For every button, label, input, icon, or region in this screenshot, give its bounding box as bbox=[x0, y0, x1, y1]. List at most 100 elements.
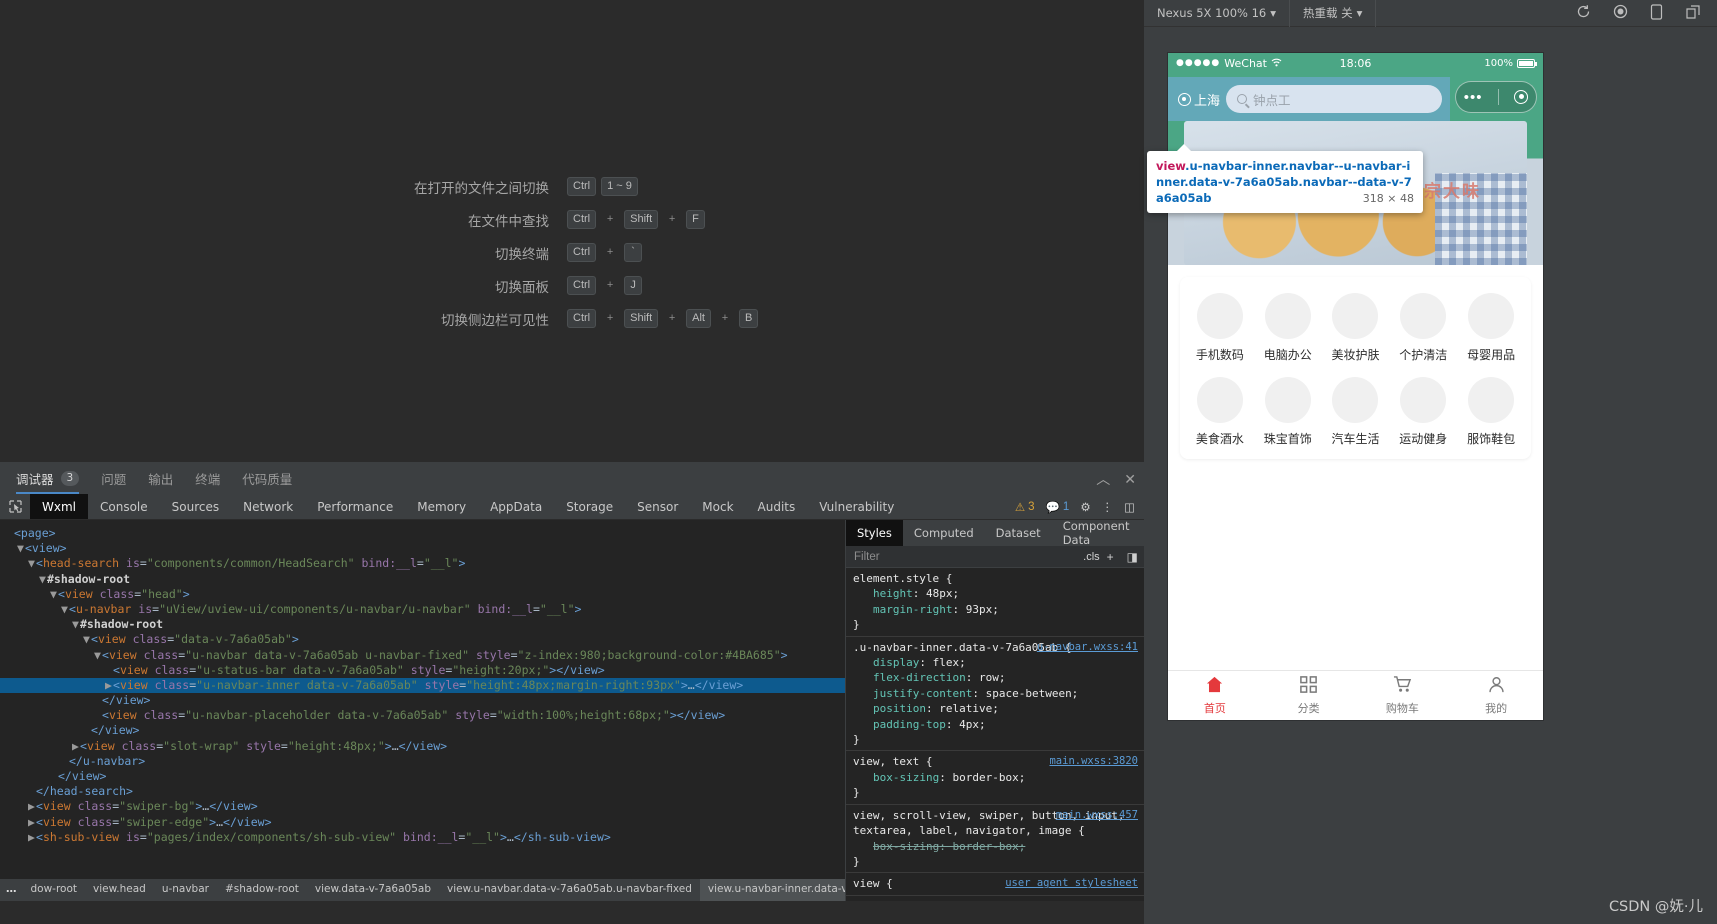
breadcrumb-item[interactable]: view.data-v-7a6a05ab bbox=[307, 879, 439, 901]
breadcrumb-item[interactable]: dow-root bbox=[23, 879, 86, 901]
disclosure-triangle-icon[interactable]: ▶ bbox=[28, 799, 36, 814]
dom-node-line[interactable]: ▶<view class="swiper-bg">…</view> bbox=[0, 799, 845, 814]
breadcrumb-overflow-icon[interactable]: … bbox=[0, 882, 23, 897]
device-selector[interactable]: Nexus 5X 100% 16 ▾ bbox=[1144, 0, 1291, 27]
style-rule[interactable]: view, scroll-view, swiper, button, input… bbox=[846, 805, 1144, 874]
breadcrumb-item[interactable]: view.u-navbar.data-v-7a6a05ab.u-navbar-f… bbox=[439, 879, 700, 901]
breadcrumb-item[interactable]: view.u-navbar-inner.data-v-7a6a05ab bbox=[699, 879, 845, 901]
panel-tab[interactable]: 输出 bbox=[148, 463, 173, 494]
dom-tree-pane[interactable]: <page> ▼<view> ▼<head-search is="component… bbox=[0, 520, 845, 901]
tabbar-item[interactable]: 首页 bbox=[1168, 671, 1262, 720]
style-property-value[interactable]: 4px; bbox=[959, 718, 986, 731]
breadcrumb-item[interactable]: view.head bbox=[85, 879, 154, 901]
style-rule-source-link[interactable]: u-navbar.wxss:41 bbox=[1037, 640, 1138, 655]
style-property-name[interactable]: margin-right bbox=[853, 602, 952, 617]
dock-panel-icon[interactable]: ◫ bbox=[1124, 500, 1135, 514]
dom-node-line[interactable]: ▼#shadow-root bbox=[0, 617, 845, 632]
styles-tab[interactable]: Component Data bbox=[1052, 520, 1141, 547]
devtools-tab[interactable]: Wxml bbox=[30, 494, 88, 519]
panel-tab[interactable]: 终端 bbox=[195, 463, 220, 494]
dom-node-line[interactable]: </head-search> bbox=[0, 784, 845, 799]
style-rule-source-link[interactable]: main.wxss:3820 bbox=[1049, 754, 1138, 769]
dom-node-line[interactable]: ▼<view> bbox=[0, 541, 845, 556]
dom-node-line[interactable]: ▼<view class="head"> bbox=[0, 587, 845, 602]
dom-node-line[interactable]: </view> bbox=[0, 769, 845, 784]
style-property-name[interactable]: padding-top bbox=[853, 717, 946, 732]
breadcrumb-item[interactable]: u-navbar bbox=[154, 879, 217, 901]
tabbar-item[interactable]: 购物车 bbox=[1356, 671, 1450, 720]
dom-node-line[interactable]: </view> bbox=[0, 723, 845, 738]
dom-node-line[interactable]: <view class="u-navbar-placeholder data-v… bbox=[0, 708, 845, 723]
disclosure-triangle-icon[interactable]: ▼ bbox=[28, 556, 36, 571]
navbar-inner-highlighted[interactable]: 上海 钟点工 bbox=[1168, 77, 1450, 121]
devtools-tab[interactable]: Sensor bbox=[625, 494, 690, 519]
disclosure-triangle-icon[interactable]: ▶ bbox=[72, 739, 80, 754]
navbar-capsule[interactable]: ••• bbox=[1455, 81, 1537, 113]
style-rule[interactable]: .u-navbar-inner.data-v-7a6a05ab {u-navba… bbox=[846, 637, 1144, 752]
target-icon[interactable] bbox=[1514, 90, 1529, 104]
style-property-value[interactable]: 48px; bbox=[926, 587, 959, 600]
style-property-value[interactable]: border-box; bbox=[952, 840, 1025, 853]
panel-tab[interactable]: 问题 bbox=[101, 463, 126, 494]
detach-icon[interactable] bbox=[1685, 4, 1701, 23]
toggle-class-button[interactable]: .cls bbox=[1083, 551, 1100, 563]
category-item[interactable]: 珠宝首饰 bbox=[1254, 377, 1322, 447]
location-button[interactable]: 上海 bbox=[1168, 90, 1226, 109]
styles-tab[interactable]: Styles bbox=[846, 520, 903, 546]
style-rule[interactable]: view, text {main.wxss:3820 box-sizing: bo… bbox=[846, 751, 1144, 805]
style-property-name[interactable]: position bbox=[853, 701, 926, 716]
close-icon[interactable]: ✕ bbox=[1124, 472, 1136, 486]
style-property-name[interactable]: height bbox=[853, 586, 913, 601]
disclosure-triangle-icon[interactable]: ▼ bbox=[50, 587, 58, 602]
gear-icon[interactable]: ⚙ bbox=[1080, 500, 1090, 514]
chevron-up-icon[interactable]: ︿ bbox=[1096, 472, 1110, 486]
category-item[interactable]: 运动健身 bbox=[1389, 377, 1457, 447]
style-property-name[interactable]: display bbox=[853, 655, 919, 670]
style-property-value[interactable]: space-between; bbox=[986, 687, 1079, 700]
devtools-tab[interactable]: Mock bbox=[690, 494, 745, 519]
category-item[interactable]: 汽车生活 bbox=[1322, 377, 1390, 447]
dom-node-line[interactable]: ▼<view class="data-v-7a6a05ab"> bbox=[0, 632, 845, 647]
dom-node-line[interactable]: ▶<view class="u-navbar-inner data-v-7a6a… bbox=[0, 677, 845, 694]
dom-node-line[interactable]: </u-navbar> bbox=[0, 754, 845, 769]
more-icon[interactable]: ••• bbox=[1464, 90, 1483, 105]
disclosure-triangle-icon[interactable]: ▶ bbox=[105, 678, 113, 693]
disclosure-triangle-icon[interactable]: ▼ bbox=[17, 541, 25, 556]
disclosure-triangle-icon[interactable]: ▼ bbox=[83, 632, 91, 647]
info-count-chip[interactable]: 💬 1 bbox=[1046, 500, 1070, 514]
styles-tab[interactable]: Computed bbox=[903, 520, 985, 546]
style-property-value[interactable]: 93px; bbox=[966, 603, 999, 616]
device-icon[interactable] bbox=[1650, 3, 1663, 23]
devtools-tab[interactable]: Sources bbox=[160, 494, 231, 519]
dom-node-line[interactable]: <page> bbox=[0, 526, 845, 541]
refresh-icon[interactable] bbox=[1576, 4, 1591, 22]
category-item[interactable]: 手机数码 bbox=[1186, 293, 1254, 363]
devtools-tab[interactable]: Audits bbox=[746, 494, 808, 519]
style-property-name[interactable]: box-sizing bbox=[853, 839, 939, 854]
devtools-tab[interactable]: AppData bbox=[478, 494, 554, 519]
category-item[interactable]: 美食酒水 bbox=[1186, 377, 1254, 447]
devtools-tab[interactable]: Network bbox=[231, 494, 305, 519]
devtools-tab[interactable]: Vulnerability bbox=[807, 494, 906, 519]
disclosure-triangle-icon[interactable]: ▼ bbox=[72, 617, 80, 632]
disclosure-triangle-icon[interactable]: ▶ bbox=[28, 830, 36, 845]
category-item[interactable]: 母婴用品 bbox=[1457, 293, 1525, 363]
style-property-name[interactable]: box-sizing bbox=[853, 770, 939, 785]
new-style-rule-button[interactable]: + bbox=[1107, 550, 1120, 564]
style-property-value[interactable]: row; bbox=[979, 671, 1006, 684]
styles-sidebar-toggle-icon[interactable]: ◨ bbox=[1127, 550, 1144, 564]
element-picker-icon[interactable] bbox=[0, 494, 30, 519]
record-icon[interactable] bbox=[1613, 4, 1628, 22]
category-item[interactable]: 美妆护肤 bbox=[1322, 293, 1390, 363]
tabbar-item[interactable]: 分类 bbox=[1262, 671, 1356, 720]
styles-tab[interactable]: Dataset bbox=[985, 520, 1052, 546]
style-property-value[interactable]: relative; bbox=[939, 702, 999, 715]
dom-node-line[interactable]: ▶<view class="slot-wrap" style="height:4… bbox=[0, 739, 845, 754]
warning-count-chip[interactable]: ⚠ 3 bbox=[1015, 500, 1035, 514]
devtools-tab[interactable]: Storage bbox=[554, 494, 625, 519]
style-rule-source-link[interactable]: user agent stylesheet bbox=[1005, 876, 1138, 891]
disclosure-triangle-icon[interactable]: ▼ bbox=[39, 572, 47, 587]
category-item[interactable]: 个护清洁 bbox=[1389, 293, 1457, 363]
style-rule-source-link[interactable]: main.wxss:457 bbox=[1056, 808, 1138, 823]
dom-node-line[interactable]: ▼<view class="u-navbar data-v-7a6a05ab u… bbox=[0, 648, 845, 663]
